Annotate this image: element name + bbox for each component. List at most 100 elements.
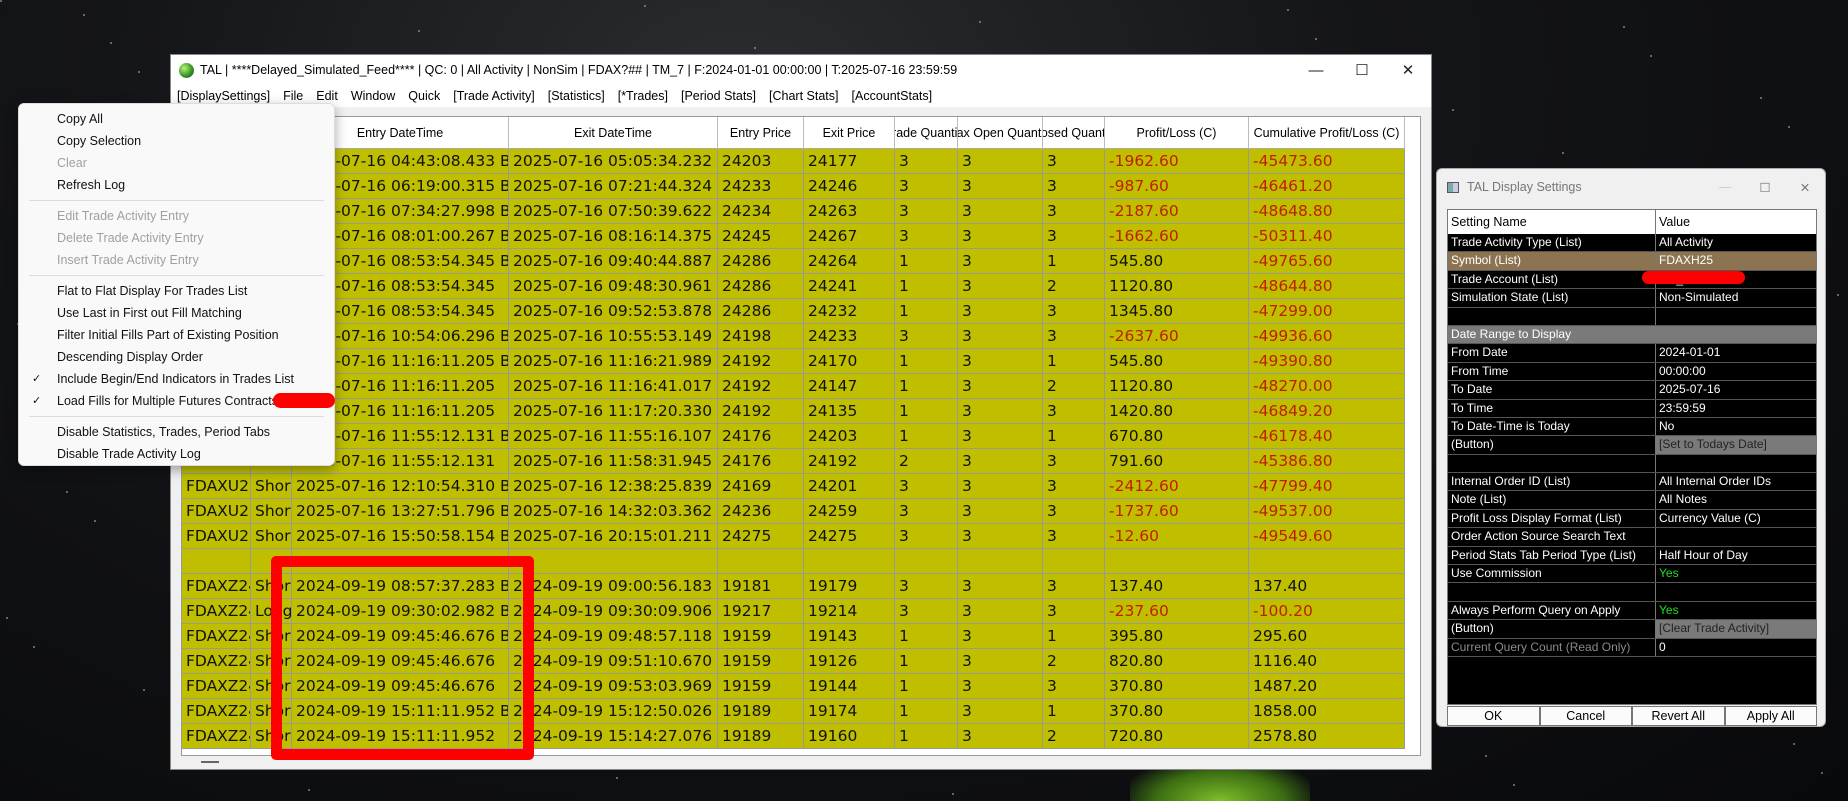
context-menu-item[interactable]: Clear (19, 152, 334, 174)
settings-row[interactable]: Order Action Source Search Text (1448, 528, 1816, 547)
context-menu-item[interactable]: Descending Display Order (19, 346, 334, 368)
table-row[interactable]: 2025-07-16 07:34:27.998 BP 2025-07-16 07:… (182, 199, 1405, 224)
settings-row[interactable] (1448, 583, 1816, 602)
settings-row[interactable]: To Date 2025-07-16 (1448, 381, 1816, 400)
close-icon[interactable]: ✕ (1385, 55, 1431, 85)
setting-name: Note (List) (1448, 491, 1656, 509)
menu-item[interactable]: Window (351, 89, 395, 103)
context-menu-item[interactable]: Flat to Flat Display For Trades List (19, 280, 334, 302)
table-cell: FDAXZ24 (182, 649, 251, 674)
settings-row[interactable]: Trade Activity Type (List) All Activity (1448, 234, 1816, 253)
settings-row[interactable]: Current Query Count (Read Only) 0 (1448, 638, 1816, 657)
title-bar[interactable]: TAL | ****Delayed_Simulated_Feed**** | Q… (171, 55, 1431, 85)
context-menu-item[interactable]: Refresh Log (19, 174, 334, 196)
table-row[interactable]: 2025-07-16 11:16:11.205 BP 2025-07-16 11:… (182, 349, 1405, 374)
settings-row[interactable]: Use Commission Yes (1448, 565, 1816, 584)
settings-row[interactable]: To Date-Time is Today No (1448, 417, 1816, 437)
star (33, 646, 35, 649)
column-header[interactable]: Entry Price (718, 117, 804, 149)
table-row[interactable]: 2025-07-16 04:43:08.433 BP 2025-07-16 05:… (182, 149, 1405, 174)
settings-row[interactable]: Note (List) All Notes (1448, 491, 1816, 510)
minimize-icon[interactable]: — (1705, 180, 1745, 194)
table-row[interactable]: 2025-07-16 08:53:54.345 2025-07-16 09:52:… (182, 299, 1405, 324)
table-row[interactable]: 2025-07-16 08:53:54.345 BP 2025-07-16 09:… (182, 249, 1405, 274)
menu-item[interactable]: [*Trades] (618, 89, 668, 103)
settings-row[interactable]: Symbol (List) FDAXH25 (1448, 252, 1816, 271)
settings-row[interactable]: Date Range to Display (1448, 325, 1816, 345)
table-row[interactable]: 2025-07-16 11:16:11.205 2025-07-16 11:16:… (182, 374, 1405, 399)
tal-display-settings-dialog: TAL Display Settings — ☐ ✕ Setting Name … (1436, 168, 1826, 727)
settings-row[interactable]: (Button) [Clear Trade Activity] (1448, 620, 1816, 639)
setting-value[interactable]: [Clear Trade Activity] (1656, 620, 1816, 638)
table-row[interactable]: 2025-07-16 11:55:12.131 2025-07-16 11:58:… (182, 449, 1405, 474)
context-menu-item[interactable]: Delete Trade Activity Entry (19, 227, 334, 249)
context-menu-item[interactable]: Insert Trade Activity Entry (19, 249, 334, 271)
setting-name: (Button) (1448, 436, 1656, 454)
context-menu-item[interactable]: Copy Selection (19, 130, 334, 152)
settings-row[interactable]: Always Perform Query on Apply Yes (1448, 601, 1816, 621)
menu-item[interactable]: [Period Stats] (681, 89, 756, 103)
settings-row[interactable]: Trade Account (List)TM_7 (1448, 270, 1816, 290)
table-row[interactable]: 2025-07-16 10:54:06.296 BP 2025-07-16 10:… (182, 324, 1405, 349)
menu-separator (29, 416, 324, 417)
table-row[interactable]: FDAXU25Short2025-07-16 13:27:51.796 BP20… (182, 499, 1405, 524)
minimize-icon[interactable]: — (1293, 55, 1339, 85)
table-cell: 1 (895, 699, 958, 724)
scroll-thumb[interactable] (201, 761, 219, 763)
table-row[interactable]: FDAXU25Short2025-07-16 15:50:58.154 BP20… (182, 524, 1405, 549)
table-row[interactable]: 2025-07-16 08:01:00.267 BP 2025-07-16 08:… (182, 224, 1405, 249)
menu-item[interactable]: [Trade Activity] (453, 89, 535, 103)
context-menu-item[interactable]: Edit Trade Activity Entry (19, 205, 334, 227)
settings-row[interactable]: Internal Order ID (List) All Internal Ord… (1448, 473, 1816, 492)
column-header[interactable]: Exit DateTime (509, 117, 718, 149)
context-menu-item[interactable]: Filter Initial Fills Part of Existing Po… (19, 324, 334, 346)
context-menu: Copy All Copy Selection Clear Refresh Log Ed… (18, 103, 335, 466)
column-header[interactable]: Trade Quantity (895, 117, 958, 149)
settings-row[interactable]: From Time 00:00:00 (1448, 362, 1816, 382)
table-cell: 1858.00 (1249, 699, 1405, 724)
table-row[interactable]: 2025-07-16 08:53:54.345 2025-07-16 09:48:… (182, 274, 1405, 299)
settings-row[interactable]: Period Stats Tab Period Type (List) Half … (1448, 546, 1816, 566)
revert-all-button[interactable]: Revert All (1632, 706, 1725, 726)
column-header[interactable]: Cumulative Profit/Loss (C) (1249, 117, 1405, 149)
context-menu-item[interactable]: Disable Statistics, Trades, Period Tabs (19, 421, 334, 443)
cancel-button[interactable]: Cancel (1539, 706, 1632, 726)
maximize-icon[interactable]: ☐ (1745, 180, 1785, 195)
menu-item[interactable]: Quick (408, 89, 440, 103)
column-header[interactable]: Exit Price (804, 117, 895, 149)
table-row[interactable]: 2025-07-16 11:55:12.131 BP 2025-07-16 11:… (182, 424, 1405, 449)
menu-item[interactable]: File (283, 89, 303, 103)
context-menu-item[interactable]: Use Last in First out Fill Matching (19, 302, 334, 324)
context-menu-item[interactable]: ✓ Include Begin/End Indicators in Trades … (19, 368, 334, 390)
settings-row[interactable]: Profit Loss Display Format (List) Currenc… (1448, 509, 1816, 529)
table-row[interactable]: 2025-07-16 06:19:00.315 BP 2025-07-16 07:… (182, 174, 1405, 199)
settings-row[interactable]: Simulation State (List) Non-Simulated (1448, 289, 1816, 308)
table-row[interactable]: 2025-07-16 11:16:11.205 2025-07-16 11:17:… (182, 399, 1405, 424)
settings-row[interactable]: (Button) [Set to Todays Date] (1448, 436, 1816, 455)
menu-item[interactable]: [DisplaySettings] (177, 89, 270, 103)
settings-row[interactable] (1448, 307, 1816, 326)
star (643, 4, 646, 7)
settings-row[interactable]: To Time 23:59:59 (1448, 399, 1816, 418)
settings-row[interactable] (1448, 454, 1816, 474)
maximize-icon[interactable]: ☐ (1339, 55, 1385, 85)
apply-all-button[interactable]: Apply All (1724, 706, 1817, 726)
dialog-title-bar[interactable]: TAL Display Settings — ☐ ✕ (1437, 169, 1825, 205)
column-header[interactable]: Profit/Loss (C) (1105, 117, 1249, 149)
setting-value[interactable]: [Set to Todays Date] (1656, 436, 1816, 454)
menu-item[interactable]: [Chart Stats] (769, 89, 838, 103)
table-cell: 3 (895, 149, 958, 174)
menu-item[interactable]: Edit (316, 89, 338, 103)
table-row[interactable]: FDAXU25Short2025-07-16 12:10:54.310 BP20… (182, 474, 1405, 499)
column-header[interactable]: Closed Quantity (1043, 117, 1105, 149)
table-cell: 24286 (718, 249, 804, 274)
context-menu-item[interactable]: Copy All (19, 108, 334, 130)
context-menu-item[interactable]: Disable Trade Activity Log (19, 443, 334, 465)
menu-item[interactable]: [Statistics] (548, 89, 605, 103)
column-header[interactable]: Max Open Quantity (958, 117, 1043, 149)
menu-item[interactable]: [AccountStats] (852, 89, 933, 103)
settings-row[interactable]: From Date 2024-01-01 (1448, 344, 1816, 363)
ok-button[interactable]: OK (1447, 706, 1540, 726)
table-cell: 137.40 (1105, 574, 1249, 599)
close-icon[interactable]: ✕ (1785, 180, 1825, 195)
